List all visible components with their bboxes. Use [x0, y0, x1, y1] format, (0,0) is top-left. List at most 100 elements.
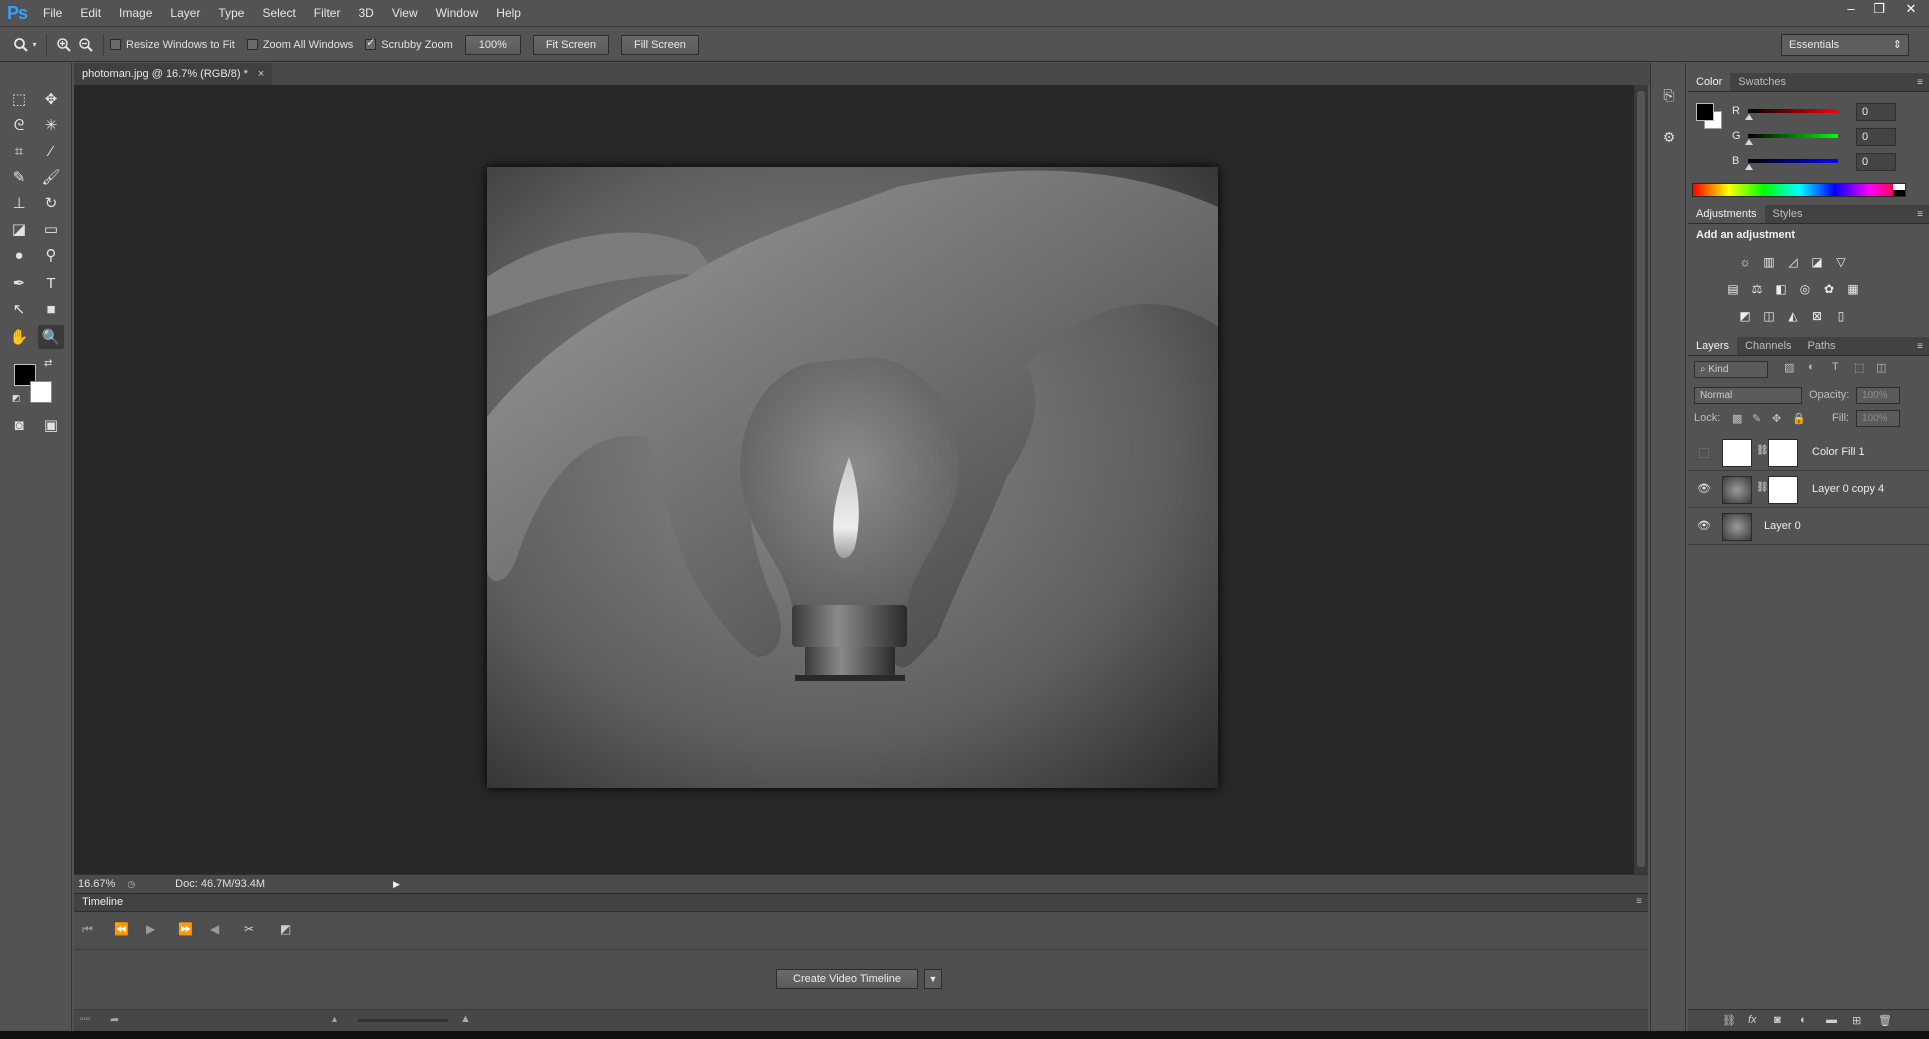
red-slider[interactable] — [1748, 109, 1838, 113]
new-adjustment-layer-icon[interactable]: ◐ — [1800, 1014, 1807, 1026]
menu-type[interactable]: Type — [209, 0, 253, 27]
vertical-scrollbar[interactable] — [1634, 85, 1648, 874]
restore-button[interactable]: ❐ — [1865, 0, 1893, 18]
filter-type-icon[interactable]: T — [1832, 361, 1839, 373]
resize-windows-box[interactable] — [110, 39, 121, 50]
magic-wand-icon[interactable]: ✳ — [38, 113, 64, 137]
layer-mask-thumbnail[interactable] — [1768, 476, 1798, 504]
layer-style-fx-icon[interactable]: fx — [1748, 1014, 1757, 1026]
zoom-out-icon[interactable] — [75, 34, 97, 56]
dodge-tool-icon[interactable]: ⚲ — [38, 243, 64, 267]
close-window-button[interactable]: ✕ — [1893, 0, 1929, 18]
split-clip-icon[interactable]: ✂ — [244, 922, 254, 936]
document-tab[interactable]: photoman.jpg @ 16.7% (RGB/8) * × — [74, 63, 273, 85]
add-mask-icon[interactable]: ◙ — [1774, 1014, 1781, 1026]
menu-layer[interactable]: Layer — [161, 0, 209, 27]
path-selection-icon[interactable]: ↖ — [6, 297, 32, 321]
green-slider-handle[interactable] — [1745, 139, 1753, 145]
color-spectrum-ramp[interactable] — [1692, 183, 1906, 197]
new-group-icon[interactable]: ▬ — [1826, 1014, 1837, 1026]
blur-tool-icon[interactable]: ● — [6, 243, 32, 267]
red-value-field[interactable]: 0 — [1856, 103, 1896, 121]
history-brush-icon[interactable]: ↻ — [38, 191, 64, 215]
marquee-tool-icon[interactable]: ⬚ — [6, 87, 32, 111]
layer-row-layer-0[interactable]: 👁 Layer 0 — [1688, 509, 1929, 545]
lock-transparent-icon[interactable]: ▩ — [1732, 412, 1742, 425]
zoom-tool-active-icon[interactable]: 🔍 — [38, 325, 64, 349]
menu-image[interactable]: Image — [110, 0, 161, 27]
menu-help[interactable]: Help — [487, 0, 530, 27]
status-menu-arrow-icon[interactable]: ▶ — [393, 879, 400, 890]
layer-name[interactable]: Layer 0 — [1764, 520, 1801, 532]
tab-layers[interactable]: Layers — [1688, 337, 1738, 355]
swap-colors-icon[interactable]: ⇄ — [44, 358, 52, 369]
tab-swatches[interactable]: Swatches — [1730, 73, 1794, 91]
menu-3d[interactable]: 3D — [349, 0, 382, 27]
hue-saturation-icon[interactable]: ▤ — [1724, 281, 1742, 297]
lasso-tool-icon[interactable]: ᘓ — [6, 113, 32, 137]
posterize-icon[interactable]: ◫ — [1760, 308, 1778, 324]
black-white-icon[interactable]: ◧ — [1772, 281, 1790, 297]
workspace-select[interactable]: Essentials ⇕ — [1781, 34, 1909, 56]
screen-mode-icon[interactable]: ▣ — [38, 413, 64, 437]
new-layer-icon[interactable]: ⊞ — [1852, 1014, 1861, 1027]
link-icon[interactable]: ⛓ — [1756, 445, 1769, 456]
lock-all-icon[interactable]: 🔒 — [1792, 412, 1806, 425]
eye-icon[interactable]: 👁 — [1696, 519, 1712, 535]
green-value-field[interactable]: 0 — [1856, 128, 1896, 146]
layer-name[interactable]: Layer 0 copy 4 — [1812, 483, 1884, 495]
history-panel-icon[interactable]: ⎘ — [1659, 87, 1679, 107]
audio-icon[interactable]: ◀ — [210, 922, 219, 936]
timeline-type-dropdown[interactable]: ▼ — [924, 969, 942, 989]
levels-icon[interactable]: ▥ — [1760, 254, 1778, 270]
scrubby-zoom-checkbox[interactable]: Scrubby Zoom — [365, 36, 453, 51]
opacity-field[interactable]: 100% — [1856, 387, 1900, 404]
minimize-button[interactable]: – — [1837, 0, 1865, 18]
layer-row-layer-0-copy-4[interactable]: 👁 ⛓ Layer 0 copy 4 — [1688, 472, 1929, 508]
link-layers-icon[interactable]: ⛓ — [1722, 1014, 1736, 1027]
zoom-in-icon[interactable] — [53, 34, 75, 56]
threshold-icon[interactable]: ◭ — [1784, 308, 1802, 324]
layers-panel-menu-icon[interactable]: ≡ — [1917, 337, 1923, 356]
properties-panel-icon[interactable]: ⚙ — [1659, 129, 1679, 149]
scrubby-zoom-box[interactable] — [365, 36, 377, 50]
menu-view[interactable]: View — [383, 0, 427, 27]
play-icon[interactable]: ▶ — [146, 922, 155, 936]
tab-adjustments[interactable]: Adjustments — [1688, 205, 1765, 223]
prev-frame-icon[interactable]: ⏪ — [114, 922, 129, 936]
lock-pixels-icon[interactable]: ✎ — [1752, 412, 1761, 425]
invert-icon[interactable]: ◩ — [1736, 308, 1754, 324]
timeline-menu-icon[interactable]: ≡ — [1636, 896, 1642, 907]
vibrance-icon[interactable]: ▽ — [1832, 254, 1850, 270]
blue-value-field[interactable]: 0 — [1856, 153, 1896, 171]
fit-screen-button[interactable]: Fit Screen — [532, 34, 609, 55]
red-slider-handle[interactable] — [1745, 114, 1753, 120]
menu-edit[interactable]: Edit — [71, 0, 110, 27]
blue-slider[interactable] — [1748, 159, 1838, 163]
layer-thumbnail[interactable] — [1722, 439, 1752, 467]
healing-brush-icon[interactable]: ✎ — [6, 165, 32, 189]
layer-mask-thumbnail[interactable] — [1768, 439, 1798, 467]
timeline-zoom-slider[interactable] — [358, 1019, 448, 1022]
default-colors-icon[interactable]: ◩ — [12, 393, 21, 404]
tab-channels[interactable]: Channels — [1737, 337, 1799, 355]
zoom-tool-icon[interactable]: ▾ — [10, 34, 40, 56]
menu-filter[interactable]: Filter — [305, 0, 350, 27]
menu-select[interactable]: Select — [253, 0, 304, 27]
fill-field[interactable]: 100% — [1856, 410, 1900, 427]
color-balance-icon[interactable]: ⚖ — [1748, 281, 1766, 297]
blend-mode-select[interactable]: Normal — [1694, 387, 1802, 404]
filter-adjustment-icon[interactable]: ◐ — [1808, 361, 1815, 373]
green-slider[interactable] — [1748, 134, 1838, 138]
document-image[interactable] — [487, 167, 1218, 788]
delete-layer-icon[interactable]: 🗑 — [1878, 1014, 1892, 1027]
channel-mixer-icon[interactable]: ✿ — [1820, 281, 1838, 297]
tab-paths[interactable]: Paths — [1800, 337, 1844, 355]
zoom-readout[interactable]: 16.67% — [78, 878, 115, 890]
filter-shape-icon[interactable]: ⬚ — [1854, 361, 1864, 374]
go-first-frame-icon[interactable]: ⏮ — [82, 922, 93, 937]
move-tool-icon[interactable]: ✥ — [38, 87, 64, 111]
hand-tool-icon[interactable]: ✋ — [6, 325, 32, 349]
frame-animation-icon[interactable]: ▫▫▫ — [80, 1014, 91, 1025]
eraser-tool-icon[interactable]: ◪ — [6, 217, 32, 241]
